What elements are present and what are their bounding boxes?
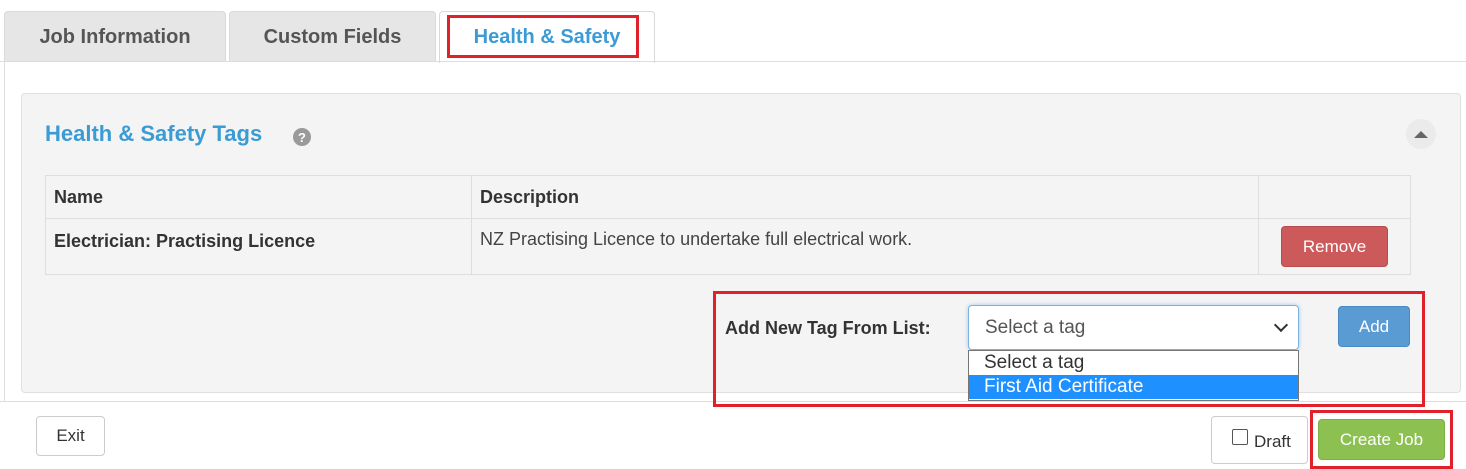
column-header-actions [1258, 175, 1411, 219]
dropdown-option-first-aid[interactable]: First Aid Certificate [969, 375, 1298, 399]
caret-up-icon [1414, 130, 1428, 138]
tag-dropdown-list: Select a tag First Aid Certificate [968, 350, 1299, 401]
tags-table: Name Description Electrician: Practising… [45, 175, 1411, 275]
footer-divider [0, 401, 1466, 402]
create-job-button[interactable]: Create Job [1318, 419, 1445, 460]
chevron-down-icon [1273, 317, 1289, 333]
tab-divider [0, 61, 1466, 62]
add-tag-label: Add New Tag From List: [725, 318, 931, 338]
draft-label: Draft [1254, 432, 1291, 451]
tag-select-value: Select a tag [985, 316, 1086, 338]
tab-custom-fields[interactable]: Custom Fields [229, 11, 436, 62]
draft-toggle[interactable]: Draft [1211, 416, 1308, 464]
collapse-button[interactable] [1406, 119, 1436, 149]
table-row: Electrician: Practising Licence NZ Pract… [45, 218, 1411, 275]
content-border [4, 62, 5, 402]
column-header-name: Name [45, 175, 472, 219]
column-header-description: Description [471, 175, 1259, 219]
dropdown-option[interactable]: Select a tag [969, 351, 1298, 375]
exit-button[interactable]: Exit [36, 416, 105, 456]
draft-checkbox[interactable] [1232, 429, 1248, 445]
tab-job-information[interactable]: Job Information [4, 11, 226, 62]
add-tag-button[interactable]: Add [1338, 306, 1410, 347]
tab-health-safety[interactable]: Health & Safety [439, 11, 655, 63]
tag-description: NZ Practising Licence to undertake full … [471, 218, 1259, 275]
tag-name: Electrician: Practising Licence [45, 218, 472, 275]
remove-button[interactable]: Remove [1281, 226, 1388, 267]
section-title: Health & Safety Tags [45, 121, 263, 146]
tag-select[interactable]: Select a tag [968, 305, 1299, 350]
table-header-row: Name Description [45, 175, 1411, 219]
tab-bar: Job Information Custom Fields Health & S… [0, 0, 1466, 63]
question-icon[interactable]: ? [293, 128, 311, 146]
